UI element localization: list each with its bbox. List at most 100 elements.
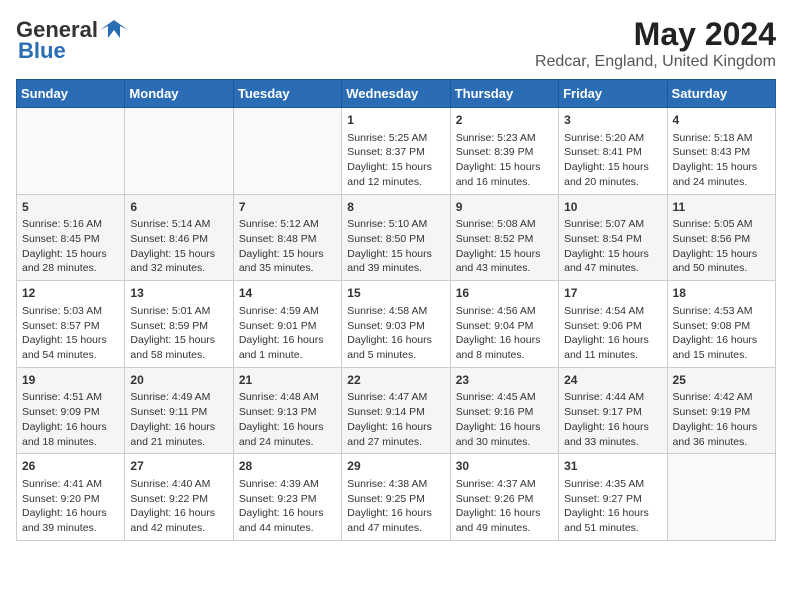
calendar-cell: 1 Sunrise: 5:25 AM Sunset: 8:37 PM Daylig… <box>342 108 450 195</box>
calendar-cell: 29 Sunrise: 4:38 AM Sunset: 9:25 PM Dayli… <box>342 454 450 541</box>
day-number: 2 <box>456 112 553 129</box>
calendar-cell: 11Sunrise: 5:05 AM Sunset: 8:56 PM Dayli… <box>667 194 775 281</box>
day-number: 6 <box>130 199 227 216</box>
calendar-cell: 2 Sunrise: 5:23 AM Sunset: 8:39 PM Daylig… <box>450 108 558 195</box>
day-info: Sunrise: 4:38 AM Sunset: 9:25 PM Dayligh… <box>347 477 444 536</box>
day-info: Sunrise: 4:47 AM Sunset: 9:14 PM Dayligh… <box>347 390 444 449</box>
calendar-cell <box>233 108 341 195</box>
day-info: Sunrise: 4:35 AM Sunset: 9:27 PM Dayligh… <box>564 477 661 536</box>
calendar-cell: 31 Sunrise: 4:35 AM Sunset: 9:27 PM Dayli… <box>559 454 667 541</box>
day-info: Sunrise: 5:16 AM Sunset: 8:45 PM Dayligh… <box>22 217 119 276</box>
calendar-cell: 30Sunrise: 4:37 AM Sunset: 9:26 PM Dayli… <box>450 454 558 541</box>
calendar-cell: 6Sunrise: 5:14 AM Sunset: 8:46 PM Daylig… <box>125 194 233 281</box>
header-day-monday: Monday <box>125 80 233 108</box>
calendar-cell <box>125 108 233 195</box>
day-number: 25 <box>673 372 770 389</box>
day-info: Sunrise: 4:48 AM Sunset: 9:13 PM Dayligh… <box>239 390 336 449</box>
calendar-cell: 8Sunrise: 5:10 AM Sunset: 8:50 PM Daylig… <box>342 194 450 281</box>
day-number: 23 <box>456 372 553 389</box>
day-info: Sunrise: 4:42 AM Sunset: 9:19 PM Dayligh… <box>673 390 770 449</box>
calendar-cell: 18 Sunrise: 4:53 AM Sunset: 9:08 PM Dayli… <box>667 281 775 368</box>
day-info: Sunrise: 4:44 AM Sunset: 9:17 PM Dayligh… <box>564 390 661 449</box>
day-info: Sunrise: 5:25 AM Sunset: 8:37 PM Dayligh… <box>347 131 444 190</box>
week-row-1: 1 Sunrise: 5:25 AM Sunset: 8:37 PM Daylig… <box>17 108 776 195</box>
calendar-table: SundayMondayTuesdayWednesdayThursdayFrid… <box>16 79 776 541</box>
day-info: Sunrise: 5:01 AM Sunset: 8:59 PM Dayligh… <box>130 304 227 363</box>
calendar-cell: 23Sunrise: 4:45 AM Sunset: 9:16 PM Dayli… <box>450 367 558 454</box>
day-info: Sunrise: 5:10 AM Sunset: 8:50 PM Dayligh… <box>347 217 444 276</box>
calendar-cell: 5Sunrise: 5:16 AM Sunset: 8:45 PM Daylig… <box>17 194 125 281</box>
header-day-tuesday: Tuesday <box>233 80 341 108</box>
calendar-cell <box>17 108 125 195</box>
day-number: 11 <box>673 199 770 216</box>
calendar-cell: 7Sunrise: 5:12 AM Sunset: 8:48 PM Daylig… <box>233 194 341 281</box>
day-info: Sunrise: 5:07 AM Sunset: 8:54 PM Dayligh… <box>564 217 661 276</box>
day-number: 14 <box>239 285 336 302</box>
day-number: 28 <box>239 458 336 475</box>
day-info: Sunrise: 4:54 AM Sunset: 9:06 PM Dayligh… <box>564 304 661 363</box>
calendar-cell <box>667 454 775 541</box>
week-row-5: 26Sunrise: 4:41 AM Sunset: 9:20 PM Dayli… <box>17 454 776 541</box>
day-number: 13 <box>130 285 227 302</box>
week-row-3: 12 Sunrise: 5:03 AM Sunset: 8:57 PM Dayli… <box>17 281 776 368</box>
calendar-cell: 28 Sunrise: 4:39 AM Sunset: 9:23 PM Dayli… <box>233 454 341 541</box>
calendar-cell: 24Sunrise: 4:44 AM Sunset: 9:17 PM Dayli… <box>559 367 667 454</box>
day-number: 10 <box>564 199 661 216</box>
day-number: 8 <box>347 199 444 216</box>
calendar-cell: 25Sunrise: 4:42 AM Sunset: 9:19 PM Dayli… <box>667 367 775 454</box>
day-info: Sunrise: 4:51 AM Sunset: 9:09 PM Dayligh… <box>22 390 119 449</box>
day-number: 5 <box>22 199 119 216</box>
day-info: Sunrise: 4:39 AM Sunset: 9:23 PM Dayligh… <box>239 477 336 536</box>
day-number: 12 <box>22 285 119 302</box>
day-info: Sunrise: 4:56 AM Sunset: 9:04 PM Dayligh… <box>456 304 553 363</box>
day-info: Sunrise: 5:08 AM Sunset: 8:52 PM Dayligh… <box>456 217 553 276</box>
day-number: 1 <box>347 112 444 129</box>
calendar-cell: 19Sunrise: 4:51 AM Sunset: 9:09 PM Dayli… <box>17 367 125 454</box>
logo: General Blue <box>16 16 128 62</box>
logo-bird-icon <box>100 16 128 44</box>
day-number: 16 <box>456 285 553 302</box>
day-info: Sunrise: 5:14 AM Sunset: 8:46 PM Dayligh… <box>130 217 227 276</box>
day-info: Sunrise: 5:03 AM Sunset: 8:57 PM Dayligh… <box>22 304 119 363</box>
week-row-2: 5Sunrise: 5:16 AM Sunset: 8:45 PM Daylig… <box>17 194 776 281</box>
header-day-wednesday: Wednesday <box>342 80 450 108</box>
day-info: Sunrise: 5:12 AM Sunset: 8:48 PM Dayligh… <box>239 217 336 276</box>
day-number: 4 <box>673 112 770 129</box>
page-subtitle: Redcar, England, United Kingdom <box>535 53 776 71</box>
calendar-cell: 21Sunrise: 4:48 AM Sunset: 9:13 PM Dayli… <box>233 367 341 454</box>
calendar-cell: 14 Sunrise: 4:59 AM Sunset: 9:01 PM Dayli… <box>233 281 341 368</box>
day-number: 29 <box>347 458 444 475</box>
logo-blue-text: Blue <box>18 40 66 62</box>
day-number: 31 <box>564 458 661 475</box>
day-number: 18 <box>673 285 770 302</box>
day-number: 26 <box>22 458 119 475</box>
header-day-friday: Friday <box>559 80 667 108</box>
day-number: 30 <box>456 458 553 475</box>
day-info: Sunrise: 5:23 AM Sunset: 8:39 PM Dayligh… <box>456 131 553 190</box>
day-number: 27 <box>130 458 227 475</box>
header-day-saturday: Saturday <box>667 80 775 108</box>
day-info: Sunrise: 5:18 AM Sunset: 8:43 PM Dayligh… <box>673 131 770 190</box>
title-area: May 2024 Redcar, England, United Kingdom <box>535 16 776 71</box>
calendar-cell: 15Sunrise: 4:58 AM Sunset: 9:03 PM Dayli… <box>342 281 450 368</box>
page-title: May 2024 <box>535 16 776 53</box>
day-number: 19 <box>22 372 119 389</box>
day-number: 20 <box>130 372 227 389</box>
calendar-cell: 16 Sunrise: 4:56 AM Sunset: 9:04 PM Dayli… <box>450 281 558 368</box>
day-info: Sunrise: 4:53 AM Sunset: 9:08 PM Dayligh… <box>673 304 770 363</box>
day-info: Sunrise: 4:40 AM Sunset: 9:22 PM Dayligh… <box>130 477 227 536</box>
calendar-cell: 20Sunrise: 4:49 AM Sunset: 9:11 PM Dayli… <box>125 367 233 454</box>
day-info: Sunrise: 4:59 AM Sunset: 9:01 PM Dayligh… <box>239 304 336 363</box>
day-info: Sunrise: 5:20 AM Sunset: 8:41 PM Dayligh… <box>564 131 661 190</box>
calendar-cell: 9Sunrise: 5:08 AM Sunset: 8:52 PM Daylig… <box>450 194 558 281</box>
week-row-4: 19Sunrise: 4:51 AM Sunset: 9:09 PM Dayli… <box>17 367 776 454</box>
day-info: Sunrise: 4:45 AM Sunset: 9:16 PM Dayligh… <box>456 390 553 449</box>
calendar-cell: 4 Sunrise: 5:18 AM Sunset: 8:43 PM Daylig… <box>667 108 775 195</box>
calendar-cell: 3Sunrise: 5:20 AM Sunset: 8:41 PM Daylig… <box>559 108 667 195</box>
day-number: 22 <box>347 372 444 389</box>
calendar-cell: 12 Sunrise: 5:03 AM Sunset: 8:57 PM Dayli… <box>17 281 125 368</box>
header-day-sunday: Sunday <box>17 80 125 108</box>
day-number: 15 <box>347 285 444 302</box>
header: General Blue May 2024 Redcar, England, U… <box>16 16 776 71</box>
calendar-cell: 13 Sunrise: 5:01 AM Sunset: 8:59 PM Dayli… <box>125 281 233 368</box>
